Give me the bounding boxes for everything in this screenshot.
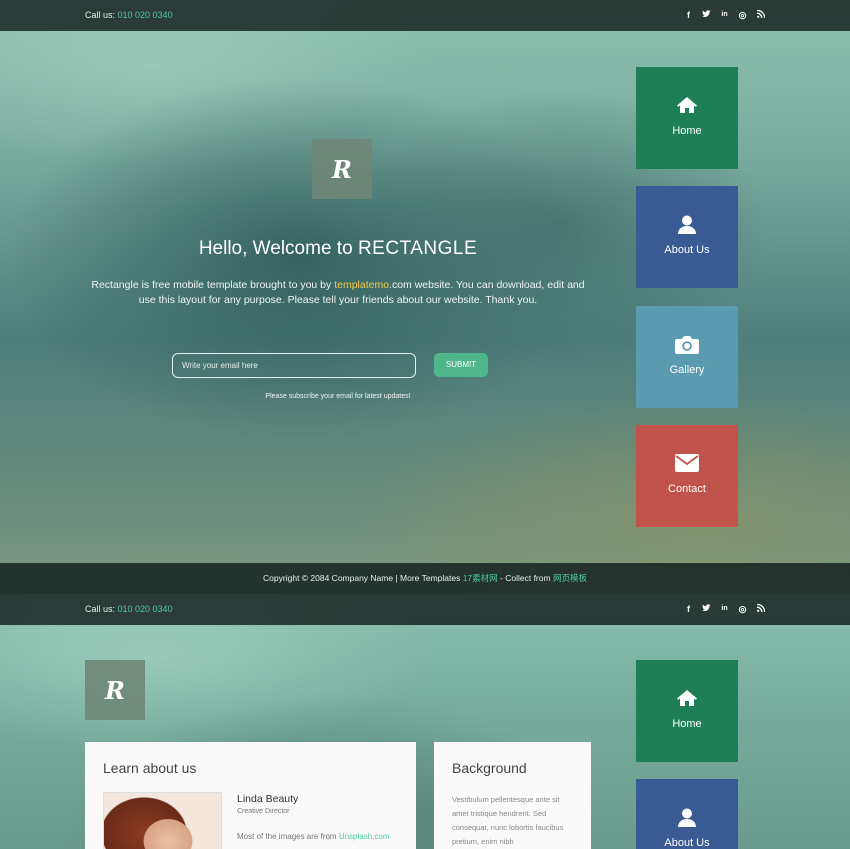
hero-title: Hello, Welcome to RECTANGLE xyxy=(0,238,676,260)
background-heading: Background xyxy=(452,760,527,776)
nav-tile-home-label: Home xyxy=(672,718,702,730)
email-input[interactable]: Write your email here xyxy=(172,353,416,378)
facebook-icon[interactable]: f xyxy=(684,603,693,615)
dribbble-icon[interactable]: ◎ xyxy=(738,9,747,21)
footer-collect-text: - Collect from xyxy=(497,573,553,583)
phone-number[interactable]: 010 020 0340 xyxy=(118,604,173,614)
nav-tile-gallery-label: Gallery xyxy=(669,364,705,376)
nav-tile-home[interactable]: Home xyxy=(636,67,738,169)
logo-letter: R xyxy=(105,675,125,705)
submit-button[interactable]: SUBMIT xyxy=(434,353,488,377)
home-icon xyxy=(636,689,738,711)
person-role: Creative Director xyxy=(237,808,290,815)
logo-letter: R xyxy=(332,154,352,184)
user-icon xyxy=(636,215,738,237)
footer-copyright: Copyright © 2084 Company Name | More Tem… xyxy=(263,573,463,583)
social-links: f in ◎ xyxy=(684,9,765,21)
footer: Copyright © 2084 Company Name | More Tem… xyxy=(0,563,850,594)
about-card: Learn about us Linda Beauty Creative Dir… xyxy=(85,742,416,849)
linkedin-icon[interactable]: in xyxy=(720,603,729,615)
background-text: Vestibulum pellentesque ante sit amet tr… xyxy=(452,795,564,846)
hero-text-before: Rectangle is free mobile template brough… xyxy=(91,279,335,291)
rss-icon[interactable] xyxy=(756,9,765,21)
top-bar: Call us: 010 020 0340 f in ◎ xyxy=(0,594,850,625)
dribbble-icon[interactable]: ◎ xyxy=(738,603,747,615)
profile-photo xyxy=(103,792,222,849)
nav-tile-contact-label: Contact xyxy=(668,483,706,495)
phone-number[interactable]: 010 020 0340 xyxy=(118,10,173,20)
person-text: Most of the images are from Unsplash.com xyxy=(237,832,390,841)
nav-tile-about-label: About Us xyxy=(664,837,710,849)
camera-icon xyxy=(636,335,738,357)
nav-tile-about[interactable]: About Us xyxy=(636,186,738,288)
collect-link[interactable]: 网页模板 xyxy=(553,573,587,583)
background-card: Background Vestibulum pellentesque ante … xyxy=(434,742,591,849)
site-logo[interactable]: R xyxy=(85,660,145,720)
call-us-text: Call us: 010 020 0340 xyxy=(85,604,173,614)
twitter-icon[interactable] xyxy=(702,9,711,21)
home-screen: Call us: 010 020 0340 f in ◎ R Hello, We… xyxy=(0,0,850,594)
templatemo-link[interactable]: templatemo xyxy=(334,279,389,291)
rss-icon[interactable] xyxy=(756,603,765,615)
person-name: Linda Beauty xyxy=(237,793,299,805)
envelope-icon xyxy=(636,454,738,476)
facebook-icon[interactable]: f xyxy=(684,9,693,21)
templates-link[interactable]: 17素材网 xyxy=(463,573,498,583)
nav-tile-about[interactable]: About Us xyxy=(636,779,738,849)
unsplash-link[interactable]: Unsplash.com xyxy=(339,832,390,841)
hero-title-prefix: Hello, Welcome to xyxy=(198,238,358,259)
subscribe-note: Please subscribe your email for latest u… xyxy=(265,393,411,400)
about-screen: Call us: 010 020 0340 f in ◎ R Learn abo… xyxy=(0,594,850,849)
top-bar: Call us: 010 020 0340 f in ◎ xyxy=(0,0,850,31)
nav-tile-home-label: Home xyxy=(672,125,702,137)
linkedin-icon[interactable]: in xyxy=(720,9,729,21)
call-us-text: Call us: 010 020 0340 xyxy=(85,10,173,20)
site-logo[interactable]: R xyxy=(312,139,372,199)
hero-description: Rectangle is free mobile template brough… xyxy=(85,278,591,308)
user-icon xyxy=(636,808,738,830)
nav-tile-contact[interactable]: Contact xyxy=(636,425,738,527)
nav-tile-gallery[interactable]: Gallery xyxy=(636,306,738,408)
call-us-label: Call us: xyxy=(85,10,118,20)
hero-title-brand: RECTANGLE xyxy=(357,238,478,259)
twitter-icon[interactable] xyxy=(702,603,711,615)
nav-tile-home[interactable]: Home xyxy=(636,660,738,762)
home-icon xyxy=(636,96,738,118)
call-us-label: Call us: xyxy=(85,604,118,614)
nav-tile-about-label: About Us xyxy=(664,244,710,256)
about-heading: Learn about us xyxy=(103,760,197,776)
social-links: f in ◎ xyxy=(684,603,765,615)
person-text-before: Most of the images are from xyxy=(237,832,339,841)
